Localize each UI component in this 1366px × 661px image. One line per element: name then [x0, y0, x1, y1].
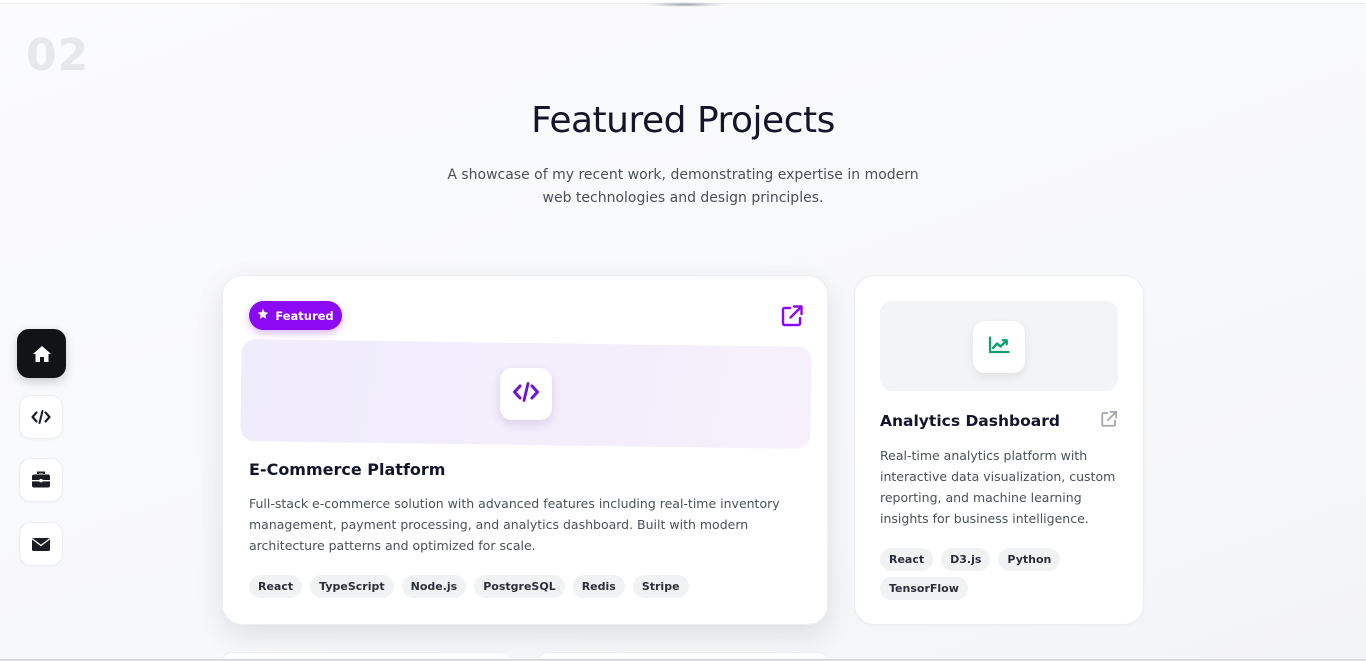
project-preview-icon	[500, 368, 552, 420]
code-icon	[512, 382, 540, 406]
tag: React	[880, 548, 934, 571]
nav-home-button[interactable]	[17, 329, 66, 378]
project-title: E-Commerce Platform	[249, 460, 446, 479]
tag: Python	[998, 548, 1061, 571]
page-subtitle: A showcase of my recent work, demonstrat…	[447, 167, 919, 206]
tag: TensorFlow	[880, 577, 968, 600]
tag: D3.js	[941, 548, 991, 571]
scroll-indicator	[645, 2, 725, 7]
code-icon	[31, 410, 51, 424]
nav-contact-button[interactable]	[19, 522, 63, 566]
project-tags: React D3.js Python TensorFlow	[880, 548, 1120, 600]
project-description: Full-stack e-commerce solution with adva…	[249, 496, 780, 553]
page-title: Featured Projects	[531, 100, 835, 141]
project-preview-icon	[973, 321, 1025, 373]
nav-experience-button[interactable]	[19, 458, 63, 502]
tag: PostgreSQL	[474, 575, 565, 598]
tag: TypeScript	[310, 575, 394, 598]
tag: Stripe	[632, 575, 689, 598]
project-card-analytics[interactable]: Analytics Dashboard Real-time analytics …	[854, 275, 1144, 625]
chart-line-icon	[988, 336, 1010, 358]
project-description: Real-time analytics platform with intera…	[880, 448, 1116, 526]
tag: Redis	[572, 575, 625, 598]
tag: React	[249, 575, 303, 598]
section-number: 02	[26, 30, 90, 81]
external-link-icon[interactable]	[1100, 410, 1118, 432]
star-icon	[257, 308, 269, 323]
project-title: Analytics Dashboard	[880, 412, 1060, 430]
briefcase-icon	[31, 471, 51, 489]
nav-projects-button[interactable]	[19, 395, 63, 439]
tag: Node.js	[401, 575, 467, 598]
external-link-icon[interactable]	[780, 304, 804, 332]
project-tags: React TypeScript Node.js PostgreSQL Redi…	[249, 575, 689, 598]
envelope-icon	[31, 537, 51, 552]
featured-badge: Featured	[249, 301, 342, 330]
featured-badge-label: Featured	[275, 308, 334, 323]
project-card-ecommerce[interactable]: Featured E-Commerce Platform Full-stack …	[222, 275, 828, 625]
home-icon	[32, 345, 52, 363]
